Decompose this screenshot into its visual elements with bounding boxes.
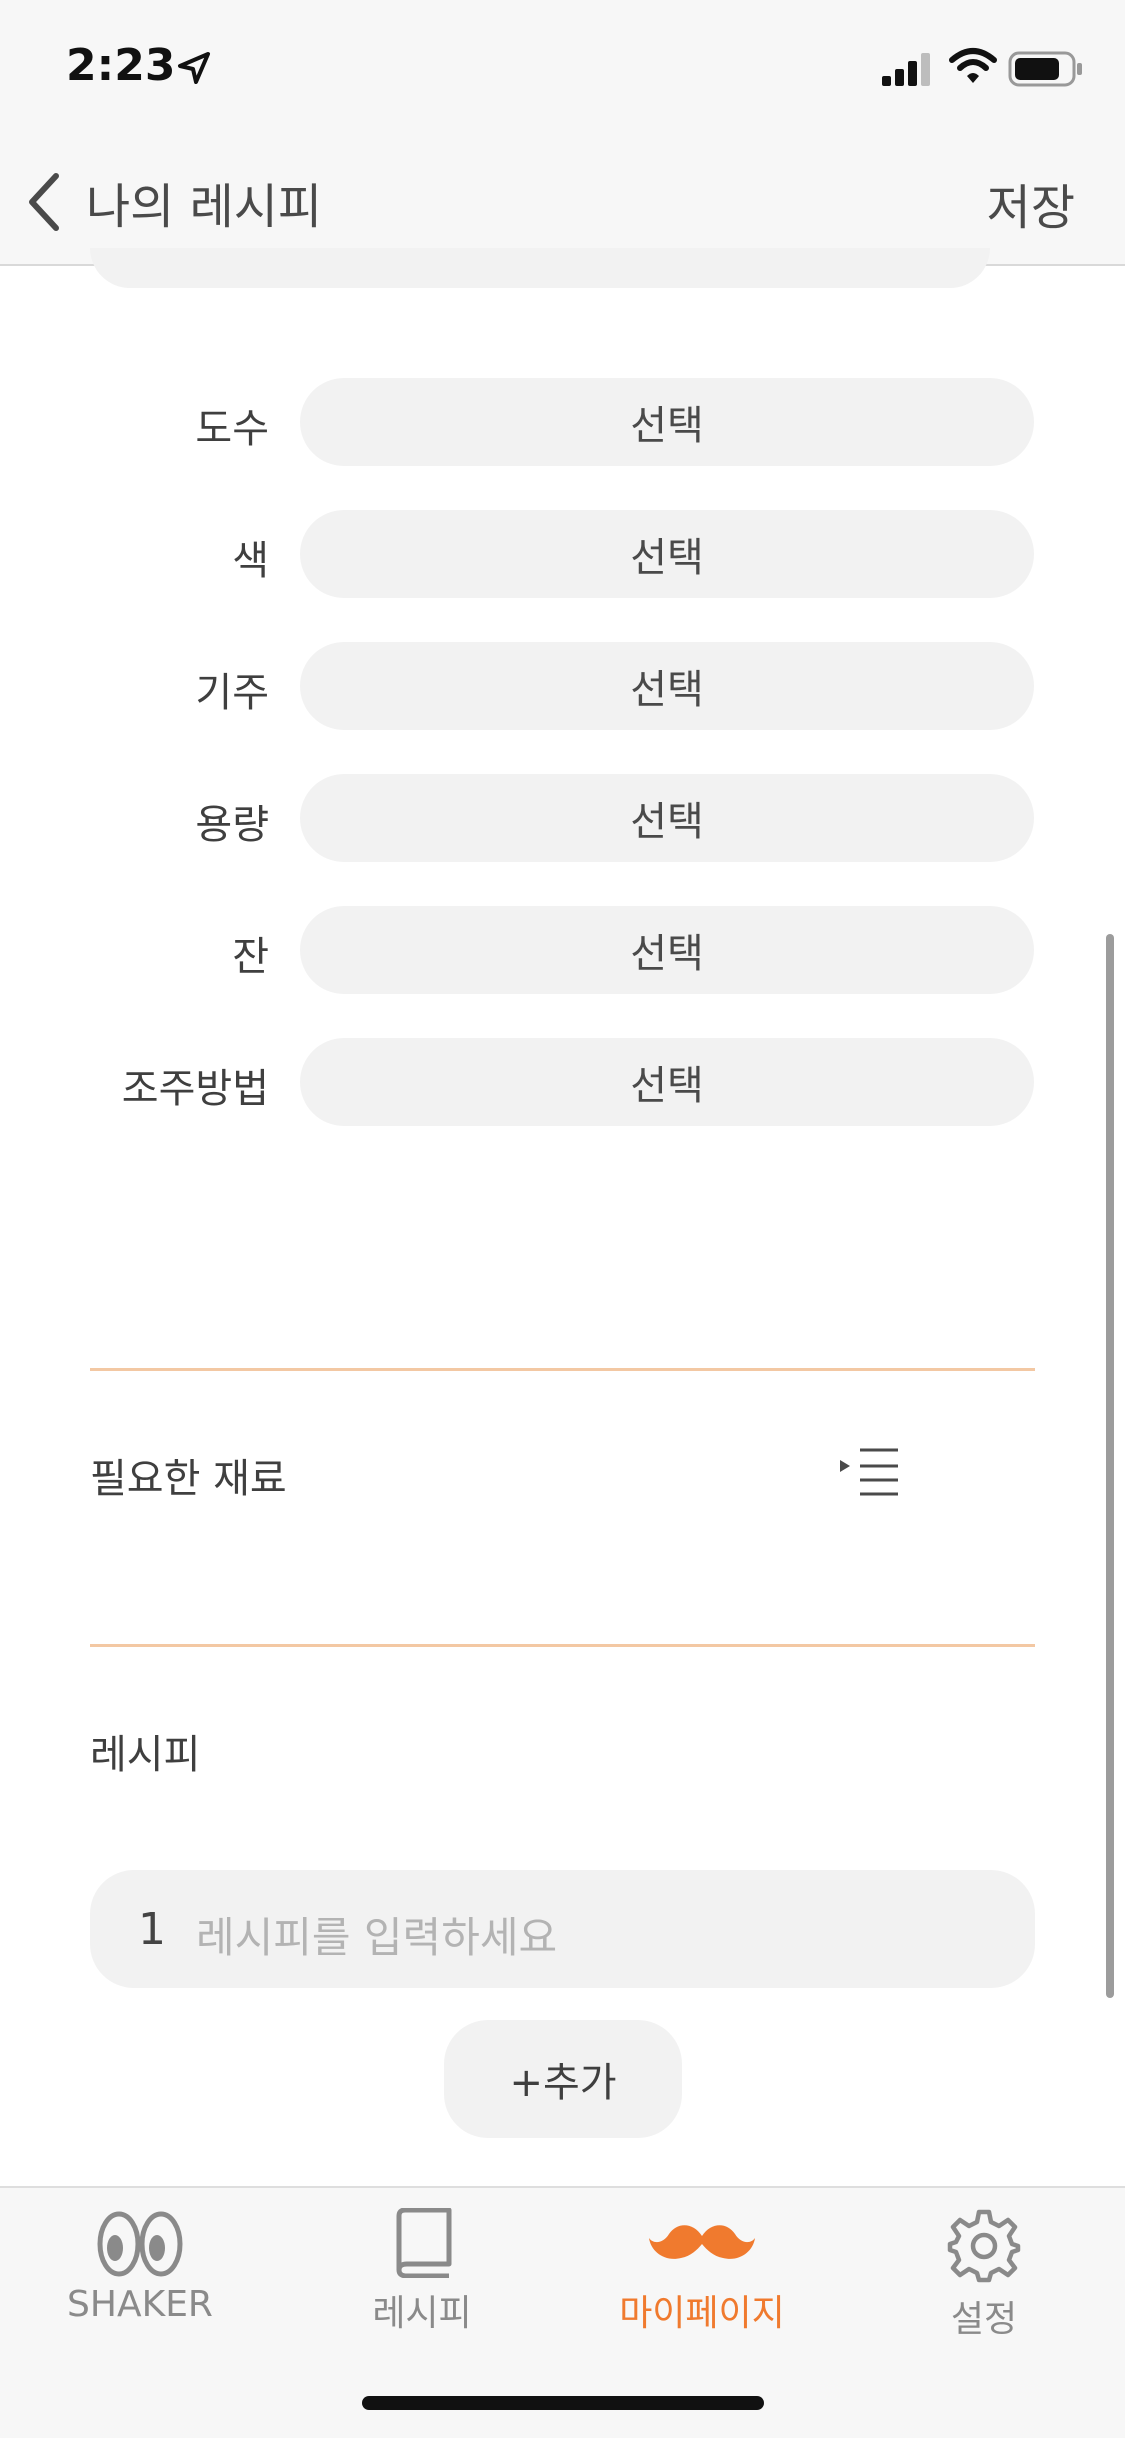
add-step-button[interactable]: +추가 [444,2020,682,2138]
tab-settings[interactable]: 설정 [884,2208,1084,2348]
mustache-icon [649,2225,755,2259]
base-spirit-select[interactable]: 선택 [300,642,1034,730]
recipe-placeholder: 레시피를 입력하세요 [196,1913,558,1962]
back-button[interactable]: 나의 레시피 [22,162,382,242]
eyes-icon [97,2211,183,2277]
chevron-left-icon [29,173,59,231]
tab-label: SHAKER [67,2284,213,2325]
glass-label: 잔 [232,934,269,980]
color-label: 색 [232,538,269,584]
status-time: 2:23 [66,40,176,91]
partial-field[interactable] [90,248,990,288]
cellular-signal-icon [882,53,930,86]
step-number: 1 [138,1904,166,1955]
wifi-icon [949,48,997,83]
tab-recipes[interactable]: 레시피 [322,2208,522,2348]
save-button[interactable]: 저장 [987,168,1075,238]
gear-icon [947,2209,1021,2283]
section-divider [90,1368,1035,1371]
abv-label: 도수 [195,406,269,452]
list-edit-icon[interactable] [838,1446,900,1498]
tab-mypage[interactable]: 마이페이지 [602,2208,802,2348]
section-divider [90,1644,1035,1647]
abv-select[interactable]: 선택 [300,378,1034,466]
method-select[interactable]: 선택 [300,1038,1034,1126]
home-indicator [362,2396,764,2410]
battery-icon [1008,51,1082,87]
location-arrow-icon [178,52,210,84]
tab-label: 설정 [950,2299,1018,2340]
color-select[interactable]: 선택 [300,510,1034,598]
book-icon [396,2208,452,2278]
ingredients-label: 필요한 재료 [90,1456,287,1502]
scrollbar[interactable] [1106,934,1114,1998]
volume-label: 용량 [195,802,269,848]
page-title: 나의 레시피 [86,179,323,235]
status-bar: 2:23 [0,0,1125,140]
method-label: 조주방법 [121,1066,269,1112]
recipe-section-label: 레시피 [90,1732,201,1778]
tab-shaker[interactable]: SHAKER [40,2208,240,2348]
glass-select[interactable]: 선택 [300,906,1034,994]
tab-label: 마이페이지 [619,2293,785,2334]
volume-select[interactable]: 선택 [300,774,1034,862]
tab-label: 레시피 [372,2293,472,2334]
recipe-step-input[interactable]: 1 레시피를 입력하세요 [90,1870,1035,1988]
base-spirit-label: 기주 [195,670,269,716]
